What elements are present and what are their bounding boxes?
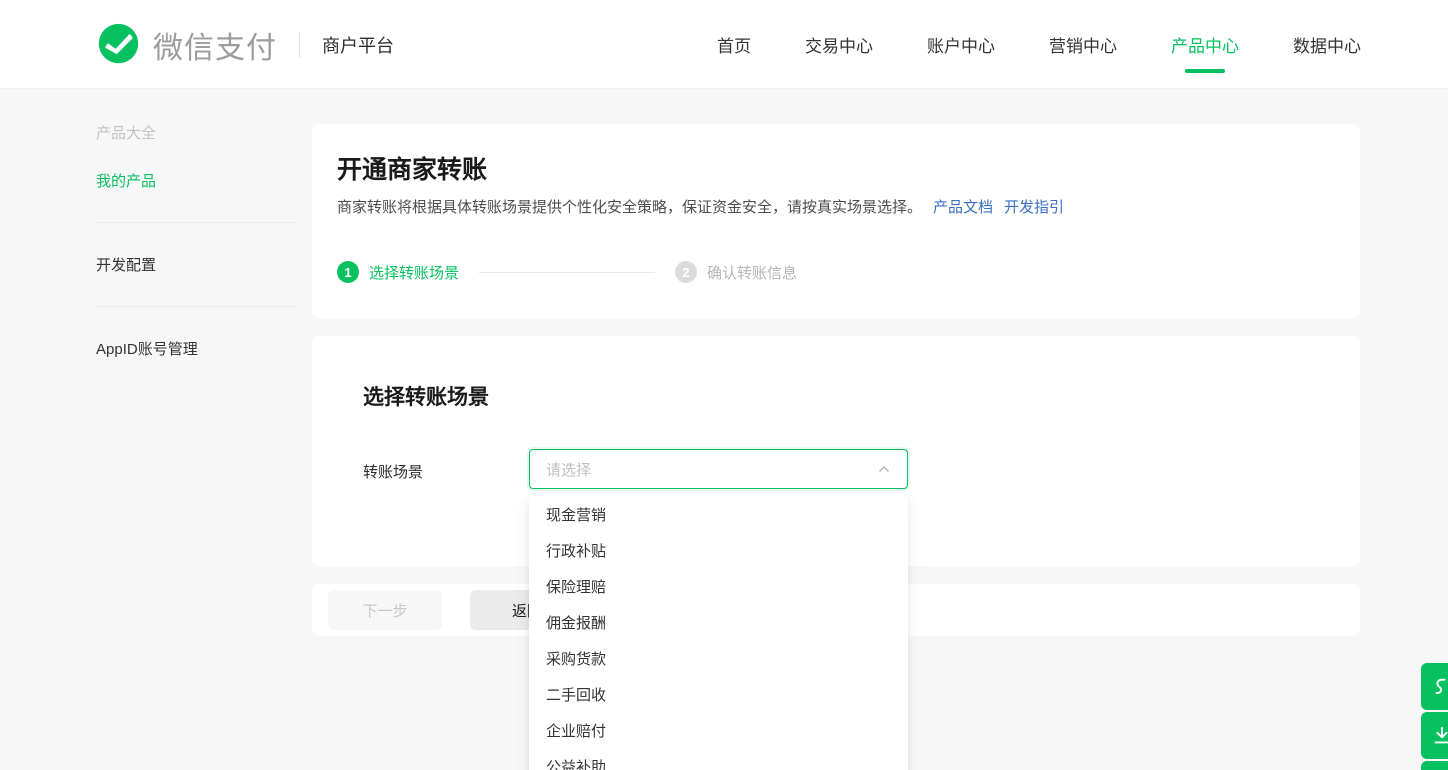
dropdown-option-secondhand-recycle[interactable]: 二手回收 xyxy=(529,678,908,714)
transfer-scene-select[interactable]: 请选择 xyxy=(529,449,908,489)
dropdown-option-cash-marketing[interactable]: 现金营销 xyxy=(529,498,908,534)
section-title: 选择转账场景 xyxy=(363,381,489,411)
dev-guide-link[interactable]: 开发指引 xyxy=(1004,199,1064,216)
step-1-label: 选择转账场景 xyxy=(369,262,459,283)
sidebar-item-my-products[interactable]: 我的产品 xyxy=(96,170,156,191)
nav-item-marketing-center[interactable]: 营销中心 xyxy=(1049,0,1117,89)
intro-card: 开通商家转账 商家转账将根据具体转账场景提供个性化安全策略，保证资金安全，请按真… xyxy=(312,124,1360,318)
page-title: 开通商家转账 xyxy=(337,150,487,186)
dropdown-option-enterprise-compensation[interactable]: 企业赔付 xyxy=(529,714,908,750)
chevron-up-icon xyxy=(877,462,891,476)
page-description: 商家转账将根据具体转账场景提供个性化安全策略，保证资金安全，请按真实场景选择。 xyxy=(337,199,922,216)
step-connector-line xyxy=(479,272,655,273)
brand-wordmark: 微信支付 xyxy=(153,23,277,67)
nav-item-home[interactable]: 首页 xyxy=(717,0,751,89)
step-2-label: 确认转账信息 xyxy=(707,262,797,283)
product-doc-link[interactable]: 产品文档 xyxy=(933,199,993,216)
dropdown-option-admin-subsidy[interactable]: 行政补贴 xyxy=(529,534,908,570)
select-placeholder: 请选择 xyxy=(546,459,877,480)
sidebar-item-all-products[interactable]: 产品大全 xyxy=(96,122,156,143)
customer-service-icon xyxy=(1431,676,1448,698)
top-header: 微信支付 商户平台 首页 交易中心 账户中心 营销中心 产品中心 数据中心 xyxy=(0,0,1448,89)
customer-service-button[interactable] xyxy=(1421,663,1448,710)
brand-divider xyxy=(299,32,300,58)
step-2-circle: 2 xyxy=(675,261,697,283)
floating-toolbar xyxy=(1421,663,1448,770)
wechat-pay-logo-icon xyxy=(96,22,141,67)
survey-button[interactable] xyxy=(1421,761,1448,770)
sidebar-divider xyxy=(96,222,296,223)
sidebar-item-appid-management[interactable]: AppID账号管理 xyxy=(96,338,198,359)
download-icon xyxy=(1431,725,1448,747)
dropdown-option-insurance-claim[interactable]: 保险理赔 xyxy=(529,570,908,606)
step-1-circle: 1 xyxy=(337,261,359,283)
step-indicator: 1 选择转账场景 2 确认转账信息 xyxy=(337,261,797,283)
top-nav: 首页 交易中心 账户中心 营销中心 产品中心 数据中心 xyxy=(717,0,1361,89)
nav-item-product-center[interactable]: 产品中心 xyxy=(1171,0,1239,89)
brand-area: 微信支付 商户平台 xyxy=(96,0,394,89)
transfer-scene-dropdown: 现金营销 行政补贴 保险理赔 佣金报酬 采购货款 二手回收 企业赔付 公益补助 xyxy=(529,494,908,770)
sidebar-divider xyxy=(96,306,296,307)
transfer-scene-field-label: 转账场景 xyxy=(363,461,423,482)
next-step-button[interactable]: 下一步 xyxy=(328,590,442,630)
nav-item-transaction-center[interactable]: 交易中心 xyxy=(805,0,873,89)
portal-label: 商户平台 xyxy=(322,32,394,58)
nav-item-data-center[interactable]: 数据中心 xyxy=(1293,0,1361,89)
dropdown-option-commission[interactable]: 佣金报酬 xyxy=(529,606,908,642)
sidebar-item-dev-config[interactable]: 开发配置 xyxy=(96,254,156,275)
download-button[interactable] xyxy=(1421,712,1448,759)
nav-item-account-center[interactable]: 账户中心 xyxy=(927,0,995,89)
dropdown-option-purchase-payment[interactable]: 采购货款 xyxy=(529,642,908,678)
page-description-row: 商家转账将根据具体转账场景提供个性化安全策略，保证资金安全，请按真实场景选择。产… xyxy=(337,196,1064,217)
dropdown-option-public-welfare[interactable]: 公益补助 xyxy=(529,750,908,770)
